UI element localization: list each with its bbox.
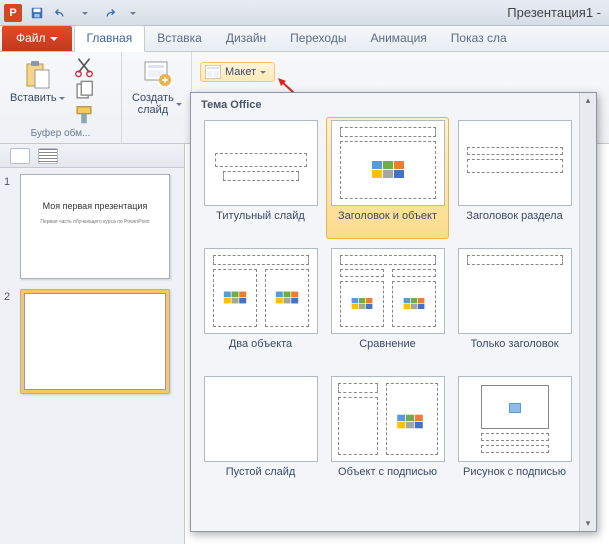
new-slide-icon: [141, 58, 173, 90]
thumb-title: Моя первая презентация: [21, 175, 169, 211]
layout-content-caption[interactable]: Объект с подписью: [326, 373, 449, 495]
layout-button-label: Макет: [225, 66, 256, 78]
layout-blank[interactable]: Пустой слайд: [199, 373, 322, 495]
format-painter-icon[interactable]: [73, 104, 95, 126]
slide-panel: 1 Моя первая презентация Первая часть об…: [0, 144, 185, 544]
chevron-down-icon: [59, 97, 65, 103]
layout-label: Заголовок раздела: [466, 210, 562, 236]
layout-thumb: [331, 376, 445, 462]
layout-label: Сравнение: [359, 338, 416, 364]
layout-label: Рисунок с подписью: [463, 466, 566, 492]
title-bar: P Презентация1 -: [0, 0, 609, 26]
redo-icon[interactable]: [98, 2, 120, 24]
tab-slideshow[interactable]: Показ сла: [439, 26, 519, 51]
thumb-row[interactable]: 2: [4, 289, 180, 394]
tab-insert[interactable]: Вставка: [145, 26, 214, 51]
layout-thumb: [331, 248, 445, 334]
group-slides: Создать слайд: [122, 52, 192, 144]
layout-gallery: Тема Office Титульный слайд Заголовок и …: [190, 92, 597, 532]
quick-access-toolbar: [26, 2, 144, 24]
gallery-theme-label: Тема Office: [191, 93, 596, 115]
slide-thumbnail-selected[interactable]: [20, 289, 170, 394]
undo-dropdown-icon[interactable]: [74, 2, 96, 24]
tab-transitions[interactable]: Переходы: [278, 26, 358, 51]
layout-title-only[interactable]: Только заголовок: [453, 245, 576, 367]
thumb-row[interactable]: 1 Моя первая презентация Первая часть об…: [4, 174, 180, 279]
tab-file-label: Файл: [16, 31, 46, 45]
qat-customize-icon[interactable]: [122, 2, 144, 24]
layout-thumb: [331, 120, 445, 206]
layout-label: Пустой слайд: [226, 466, 296, 492]
scrollbar[interactable]: [579, 93, 596, 531]
outline-tab-icon[interactable]: [38, 148, 58, 164]
layout-thumb: [204, 248, 318, 334]
layout-label: Объект с подписью: [338, 466, 437, 492]
slide-number: 2: [4, 289, 16, 303]
layout-comparison[interactable]: Сравнение: [326, 245, 449, 367]
layout-label: Титульный слайд: [216, 210, 305, 236]
layout-thumb: [204, 120, 318, 206]
layout-button[interactable]: Макет: [200, 62, 275, 82]
tab-home[interactable]: Главная: [74, 25, 146, 52]
copy-icon[interactable]: [73, 80, 95, 102]
panel-tabs: [0, 144, 184, 168]
window-title: Презентация1 -: [507, 5, 605, 20]
ribbon-tabs: Файл Главная Вставка Дизайн Переходы Ани…: [0, 26, 609, 52]
new-slide-label: Создать слайд: [132, 92, 174, 116]
layout-label: Заголовок и объект: [338, 210, 437, 236]
layout-thumb: [458, 376, 572, 462]
layout-label: Два объекта: [229, 338, 292, 364]
layout-section-header[interactable]: Заголовок раздела: [453, 117, 576, 239]
paste-icon: [21, 58, 53, 90]
tab-design[interactable]: Дизайн: [214, 26, 278, 51]
thumbnails-tab-icon[interactable]: [10, 148, 30, 164]
tab-animation[interactable]: Анимация: [358, 26, 438, 51]
layout-label: Только заголовок: [470, 338, 558, 364]
layout-thumb: [458, 248, 572, 334]
paste-button[interactable]: Вставить: [6, 56, 69, 106]
slide-thumbnail[interactable]: Моя первая презентация Первая часть обуч…: [20, 174, 170, 279]
layout-thumb: [204, 376, 318, 462]
paste-label: Вставить: [10, 92, 57, 104]
layout-two-content[interactable]: Два объекта: [199, 245, 322, 367]
group-clipboard-title: Буфер обм...: [0, 128, 121, 144]
layout-picture-caption[interactable]: Рисунок с подписью: [453, 373, 576, 495]
layout-title-content[interactable]: Заголовок и объект: [326, 117, 449, 239]
group-slides-title: [122, 128, 191, 144]
cut-icon[interactable]: [73, 56, 95, 78]
powerpoint-icon: P: [4, 4, 22, 22]
tab-file[interactable]: Файл: [2, 26, 72, 51]
new-slide-button[interactable]: Создать слайд: [128, 56, 186, 118]
chevron-down-icon: [176, 103, 182, 109]
layout-thumb: [458, 120, 572, 206]
thumb-subtitle: Первая часть обучающего курса по PowerPo…: [21, 211, 169, 226]
save-icon[interactable]: [26, 2, 48, 24]
group-clipboard: Вставить Буфер обм...: [0, 52, 122, 144]
undo-icon[interactable]: [50, 2, 72, 24]
layout-icon: [205, 65, 221, 79]
slide-number: 1: [4, 174, 16, 188]
layout-title-slide[interactable]: Титульный слайд: [199, 117, 322, 239]
